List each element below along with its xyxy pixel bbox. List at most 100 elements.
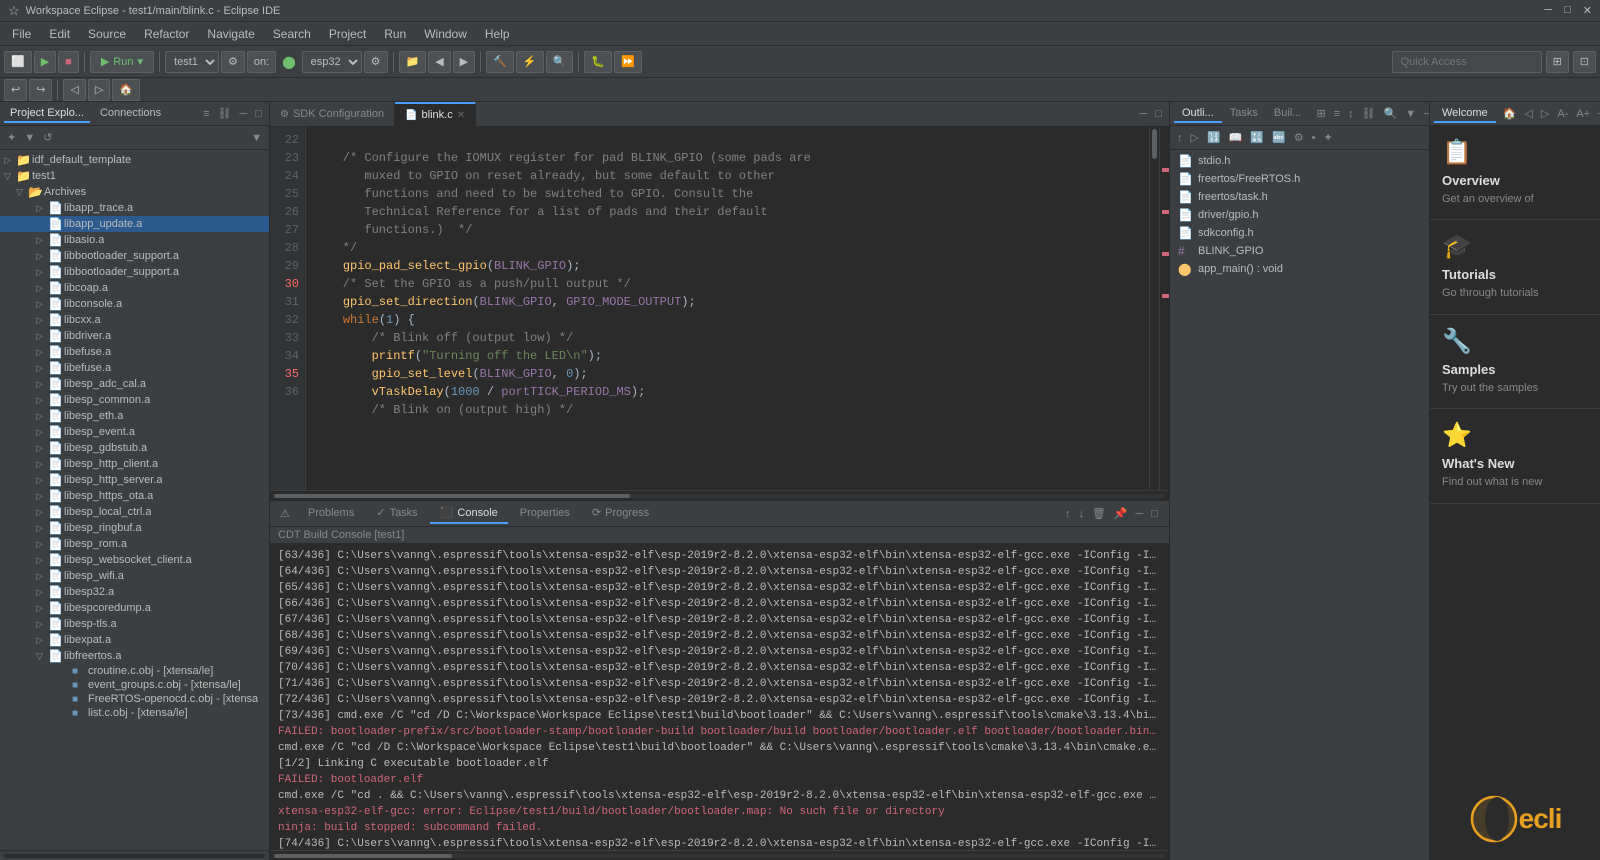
tb-nav-2[interactable]: ◀	[428, 51, 450, 73]
bottom-scroll-dn-btn[interactable]: ↓	[1075, 506, 1087, 521]
tab-welcome[interactable]: Welcome	[1434, 105, 1496, 123]
menu-help[interactable]: Help	[477, 25, 518, 43]
new-btn[interactable]: ✦	[4, 130, 19, 145]
tab-tasks[interactable]: ✓ Tasks	[366, 503, 427, 524]
list-item[interactable]: ■ croutine.c.obj - [xtensa/le]	[0, 664, 269, 678]
list-item[interactable]: ▷ 📄 libefuse.a	[0, 344, 269, 360]
welcome-section-tutorials[interactable]: 🎓 Tutorials Go through tutorials	[1430, 220, 1600, 314]
toggle-lib5[interactable]: ▷	[36, 267, 48, 278]
menu-run[interactable]: Run	[376, 25, 414, 43]
toggle-lib17[interactable]: ▷	[36, 459, 48, 470]
list-item[interactable]: ▷ 📄 libapp_trace.a	[0, 200, 269, 216]
toggle-lib16[interactable]: ▷	[36, 443, 48, 454]
list-item[interactable]: ▷ 📄 libconsole.a	[0, 296, 269, 312]
close-button[interactable]: ✕	[1583, 4, 1592, 17]
tb-build-1[interactable]: 🔨	[486, 51, 514, 73]
list-item[interactable]: ▷ 📄 libcxx.a	[0, 312, 269, 328]
welcome-font-dec-btn[interactable]: A-	[1554, 106, 1571, 121]
outline-toolbar-3[interactable]: ↕	[1345, 106, 1357, 121]
tb-debug-1[interactable]: 🐛	[584, 51, 612, 73]
outline-item-stdio[interactable]: 📄 stdio.h	[1170, 152, 1429, 170]
outline-item-task[interactable]: 📄 freertos/task.h	[1170, 188, 1429, 206]
list-item[interactable]: ■ event_groups.c.obj - [xtensa/le]	[0, 678, 269, 692]
list-item[interactable]: ▷ 📄 libesp32.a	[0, 584, 269, 600]
toggle-lib13[interactable]: ▷	[36, 395, 48, 406]
list-item[interactable]: ▷ 📄 libesp_eth.a	[0, 408, 269, 424]
tree-item-test1[interactable]: ▽ 📁 test1	[0, 168, 269, 184]
tb2-nav-back[interactable]: ◁	[63, 79, 85, 101]
list-item[interactable]: ▷ 📄 libesp_event.a	[0, 424, 269, 440]
list-item[interactable]: ▷ 📄 libesp_adc_cal.a	[0, 376, 269, 392]
outline-toolbar-2[interactable]: ≡	[1331, 106, 1343, 121]
list-item[interactable]: ▷ 📄 libexpat.a	[0, 632, 269, 648]
toggle-lib22[interactable]: ▷	[36, 539, 48, 550]
toolbar-btn-1[interactable]: ⬜	[4, 51, 32, 73]
tb-nav-3[interactable]: ▶	[453, 51, 475, 73]
scroll-down-btn[interactable]: ▼	[248, 131, 265, 145]
toolbar-btn-2[interactable]: ▶	[34, 51, 56, 73]
tb2-nav-fwd[interactable]: ▷	[88, 79, 110, 101]
outline-toolbar-1[interactable]: ⊞	[1313, 106, 1328, 121]
list-item[interactable]: ▷ 📄 libesp-tls.a	[0, 616, 269, 632]
list-item[interactable]: ▷ 📄 libesp_websocket_client.a	[0, 552, 269, 568]
otb7[interactable]: ⚙	[1291, 130, 1307, 145]
quick-access-input[interactable]	[1392, 51, 1542, 73]
list-item[interactable]: ▷ 📄 libesp_gdbstub.a	[0, 440, 269, 456]
editor-maximize-btn[interactable]: □	[1152, 107, 1165, 121]
toggle-lib23[interactable]: ▷	[36, 555, 48, 566]
otb6[interactable]: 🔤	[1269, 130, 1289, 145]
outline-item-freertos[interactable]: 📄 freertos/FreeRTOS.h	[1170, 170, 1429, 188]
tab-tasks-right[interactable]: Tasks	[1222, 105, 1266, 123]
list-item[interactable]: ■ list.c.obj - [xtensa/le]	[0, 706, 269, 720]
tab-blink-c[interactable]: 📄 blink.c ✕	[395, 102, 476, 126]
outline-toolbar-4[interactable]: ⛓	[1359, 106, 1379, 121]
tab-outline[interactable]: Outli...	[1174, 105, 1222, 123]
toggle-lib25[interactable]: ▷	[36, 587, 48, 598]
welcome-minimize-btn[interactable]: ─	[1595, 106, 1600, 121]
outline-item-blink-gpio[interactable]: # BLINK_GPIO	[1170, 242, 1429, 260]
list-item[interactable]: ▷ 📄 libesp_ringbuf.a	[0, 520, 269, 536]
tb2-redo[interactable]: ↪	[29, 79, 52, 101]
tree-item-archives[interactable]: ▽ 📂 Archives	[0, 184, 269, 200]
otb8[interactable]: •	[1309, 131, 1319, 145]
toggle-idf[interactable]: ▷	[4, 155, 16, 166]
toggle-lib24[interactable]: ▷	[36, 571, 48, 582]
console-scrollbar-h[interactable]	[270, 850, 1169, 860]
list-item[interactable]: ▷ 📄 libdriver.a	[0, 328, 269, 344]
list-item[interactable]: 📄 libapp_update.a	[0, 216, 269, 232]
list-item[interactable]: ■ FreeRTOS-openocd.c.obj - [xtensa	[0, 692, 269, 706]
toggle-lib27[interactable]: ▷	[36, 619, 48, 630]
outline-item-sdkconfig[interactable]: 📄 sdkconfig.h	[1170, 224, 1429, 242]
bottom-scroll-up-btn[interactable]: ↑	[1062, 506, 1074, 521]
bottom-maximize-btn[interactable]: □	[1148, 506, 1161, 521]
welcome-font-inc-btn[interactable]: A+	[1573, 106, 1593, 121]
tab-problems[interactable]: Problems	[298, 504, 364, 524]
tb-nav-1[interactable]: 📁	[399, 51, 427, 73]
outline-minimize-btn[interactable]: ─	[1421, 106, 1430, 121]
list-item[interactable]: ▷ 📄 libesp_rom.a	[0, 536, 269, 552]
menu-file[interactable]: File	[4, 25, 39, 43]
menu-source[interactable]: Source	[80, 25, 134, 43]
toolbar-btn-3[interactable]: ■	[58, 51, 79, 73]
toggle-test1[interactable]: ▽	[4, 171, 16, 182]
toggle-lib19[interactable]: ▷	[36, 491, 48, 502]
outline-item-app-main[interactable]: ⬤ app_main() : void	[1170, 260, 1429, 278]
list-item[interactable]: ▷ 📄 libespcoredump.a	[0, 600, 269, 616]
view-menu-btn[interactable]: ⊞	[1546, 51, 1569, 73]
otb1[interactable]: ↑	[1174, 131, 1186, 145]
outline-toolbar-5[interactable]: 🔍	[1381, 106, 1401, 121]
outline-toolbar-6[interactable]: ▼	[1402, 106, 1419, 121]
toggle-lib1[interactable]: ▷	[36, 203, 48, 214]
minimize-button[interactable]: ─	[1544, 4, 1552, 17]
list-item[interactable]: ▽ 📄 libfreertos.a	[0, 648, 269, 664]
tb-build-3[interactable]: 🔍	[546, 51, 574, 73]
bottom-pin-btn[interactable]: 📌	[1111, 506, 1131, 521]
toggle-lib4[interactable]: ▷	[36, 251, 48, 262]
editor-scrollbar-h[interactable]	[270, 490, 1169, 500]
toggle-archives[interactable]: ▽	[16, 187, 28, 198]
toggle-lib8[interactable]: ▷	[36, 315, 48, 326]
code-content[interactable]: /* Configure the IOMUX register for pad …	[306, 127, 1149, 490]
tb-debug-2[interactable]: ⏩	[614, 51, 642, 73]
bottom-minimize-btn[interactable]: ─	[1133, 506, 1147, 521]
otb9[interactable]: ✦	[1321, 130, 1336, 145]
